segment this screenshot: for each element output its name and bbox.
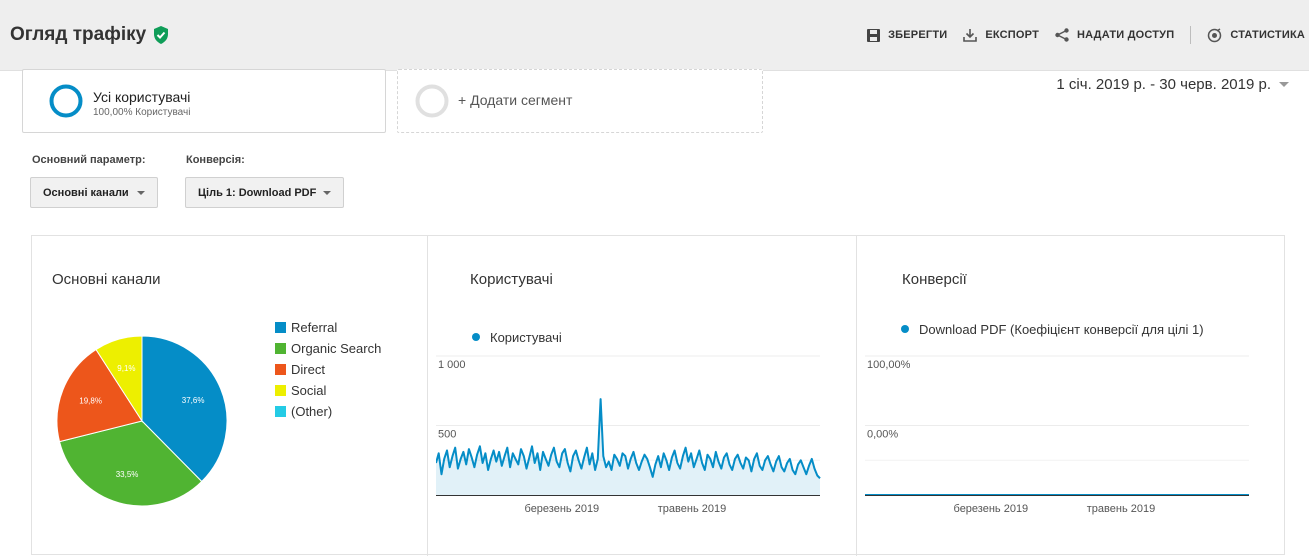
chevron-down-icon bbox=[323, 191, 331, 195]
slice-label: 19,8% bbox=[79, 397, 102, 406]
actions-divider bbox=[1190, 26, 1192, 44]
segment-ring-icon bbox=[49, 84, 83, 118]
x-tick-label: березень 2019 bbox=[954, 503, 1029, 515]
conversions-line-chart[interactable]: 100,00% 0,00% березень 2019 травень 2019 bbox=[865, 346, 1265, 546]
slice-label: 37,6% bbox=[182, 396, 205, 405]
legend-label: (Other) bbox=[291, 404, 333, 419]
title-area: Огляд трафіку bbox=[10, 24, 169, 46]
insights-button[interactable]: СТАТИСТИКА bbox=[1207, 27, 1305, 43]
users-panel: Користувачі Користувачі 1 000 500 березень… bbox=[428, 236, 856, 556]
segment-name: Усі користувачі bbox=[93, 89, 191, 105]
report-actions: ЗБЕРЕГТИ ЕКСПОРТ НАДАТИ ДОСТУП СТАТИСТИК… bbox=[851, 26, 1305, 44]
share-button[interactable]: НАДАТИ ДОСТУП bbox=[1055, 28, 1174, 42]
channels-panel: Основні канали 37,6% 33,5% 19,8% 9,1% Refer… bbox=[32, 236, 427, 556]
date-range-text: 1 січ. 2019 р. - 30 черв. 2019 р. bbox=[1056, 76, 1271, 93]
y-tick-label: 0,00% bbox=[867, 429, 898, 441]
charts-container: Основні канали 37,6% 33,5% 19,8% 9,1% Refer… bbox=[31, 235, 1285, 556]
legend-label: Social bbox=[291, 383, 327, 398]
legend-item[interactable]: Direct bbox=[275, 362, 325, 377]
date-range-picker[interactable]: 1 січ. 2019 р. - 30 черв. 2019 р. bbox=[1056, 76, 1289, 93]
save-button[interactable]: ЗБЕРЕГТИ bbox=[867, 28, 948, 42]
add-segment-button[interactable]: + Додати сегмент bbox=[397, 69, 763, 133]
x-tick-label: березень 2019 bbox=[525, 503, 600, 515]
legend-item[interactable]: Organic Search bbox=[275, 341, 381, 356]
page-title: Огляд трафіку bbox=[10, 24, 147, 45]
legend-dot bbox=[472, 333, 480, 341]
x-tick-label: травень 2019 bbox=[1087, 503, 1155, 515]
primary-dimension-label: Основний параметр: bbox=[32, 154, 146, 166]
save-icon bbox=[867, 28, 881, 42]
legend-swatch bbox=[275, 343, 286, 354]
series-name: Користувачі bbox=[490, 330, 562, 345]
legend-swatch bbox=[275, 406, 286, 417]
legend-item[interactable]: Social bbox=[275, 383, 326, 398]
y-tick-label: 100,00% bbox=[867, 359, 911, 371]
conversions-panel: Конверсії Download PDF (Коефіцієнт конве… bbox=[857, 236, 1285, 556]
insights-icon bbox=[1208, 27, 1222, 42]
report-header: Огляд трафіку ЗБЕРЕГТИ ЕКСПОРТ НАДАТИ ДО… bbox=[0, 0, 1309, 71]
y-tick-label: 1 000 bbox=[438, 359, 466, 371]
share-icon bbox=[1055, 28, 1069, 42]
export-label: ЕКСПОРТ bbox=[985, 29, 1039, 41]
save-label: ЗБЕРЕГТИ bbox=[888, 29, 948, 41]
segment-all-users[interactable]: Усі користувачі 100,00% Користувачі bbox=[22, 69, 386, 133]
legend-label: Organic Search bbox=[291, 341, 382, 356]
series-name: Download PDF (Коефіцієнт конверсії для ц… bbox=[919, 322, 1204, 337]
legend-item[interactable]: (Other) bbox=[275, 404, 332, 419]
legend-label: Direct bbox=[291, 362, 325, 377]
legend-swatch bbox=[275, 385, 286, 396]
y-tick-label: 500 bbox=[438, 429, 456, 441]
segment-subtitle: 100,00% Користувачі bbox=[93, 107, 191, 118]
conversion-dropdown[interactable]: Ціль 1: Download PDF bbox=[185, 177, 344, 208]
primary-dimension-value: Основні канали bbox=[43, 186, 129, 199]
empty-segment-ring-icon bbox=[415, 84, 449, 118]
series-area bbox=[436, 399, 820, 495]
slice-label: 9,1% bbox=[117, 364, 135, 373]
users-legend: Користувачі bbox=[472, 330, 562, 345]
legend-swatch bbox=[275, 364, 286, 375]
chart-title: Основні канали bbox=[52, 271, 161, 288]
chevron-down-icon bbox=[137, 191, 145, 195]
export-button[interactable]: ЕКСПОРТ bbox=[963, 28, 1039, 42]
legend-dot bbox=[901, 325, 909, 333]
download-icon bbox=[963, 29, 978, 42]
users-line-chart[interactable]: 1 000 500 березень 2019 травень 2019 bbox=[436, 346, 836, 546]
primary-dimension-dropdown[interactable]: Основні канали bbox=[30, 177, 158, 208]
channels-pie-chart[interactable]: 37,6% 33,5% 19,8% 9,1% bbox=[42, 322, 242, 512]
chevron-down-icon bbox=[1279, 82, 1289, 87]
conversion-value: Ціль 1: Download PDF bbox=[198, 186, 317, 199]
verified-check-icon bbox=[153, 26, 169, 44]
legend-swatch bbox=[275, 322, 286, 333]
conversion-label: Конверсія: bbox=[186, 154, 245, 166]
conversions-legend: Download PDF (Коефіцієнт конверсії для ц… bbox=[901, 322, 1221, 337]
chart-title: Користувачі bbox=[470, 271, 553, 288]
share-label: НАДАТИ ДОСТУП bbox=[1076, 29, 1175, 41]
legend-label: Referral bbox=[291, 320, 338, 335]
chart-title: Конверсії bbox=[902, 271, 967, 288]
slice-label: 33,5% bbox=[116, 470, 139, 479]
insights-label: СТАТИСТИКА bbox=[1230, 29, 1305, 41]
add-segment-label: + Додати сегмент bbox=[458, 92, 573, 108]
legend-item[interactable]: Referral bbox=[275, 320, 337, 335]
x-tick-label: травень 2019 bbox=[658, 503, 726, 515]
